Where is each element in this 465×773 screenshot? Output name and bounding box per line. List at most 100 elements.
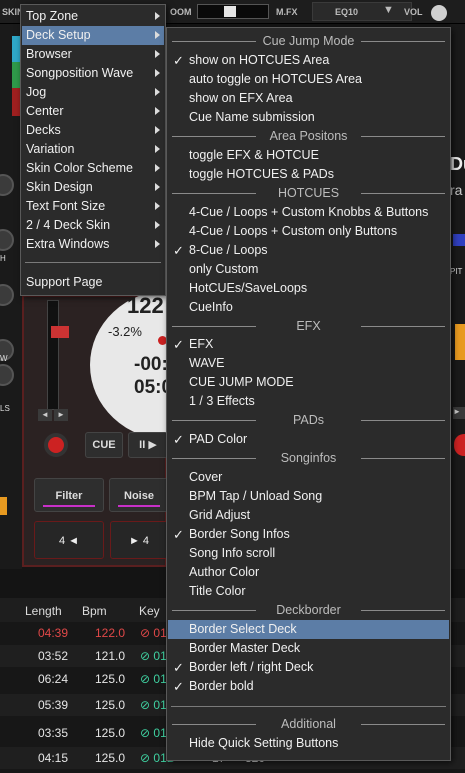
menu-item-variation[interactable]: Variation — [22, 140, 164, 159]
menu-item-deck-skin[interactable]: 2 / 4 Deck Skin — [22, 216, 164, 235]
noise-label: Noise — [124, 490, 154, 502]
menu-item-one-three-effects[interactable]: 1 / 3 Effects — [168, 392, 449, 411]
menu-item-pad-color[interactable]: ✓ PAD Color — [168, 430, 449, 449]
menu-item-label: Songposition Wave — [26, 66, 134, 80]
menu-item-title-color[interactable]: Title Color — [168, 582, 449, 601]
play-pause-button[interactable]: II ▶ — [128, 432, 168, 458]
menu-item-wave[interactable]: WAVE — [168, 354, 449, 373]
menu-item-top-zone[interactable]: Top Zone — [22, 7, 164, 26]
column-bpm[interactable]: Bpm — [82, 604, 107, 618]
menu-item-browser[interactable]: Browser — [22, 45, 164, 64]
menu-item-label: Decks — [26, 123, 61, 137]
menu-item-label: Border Master Deck — [189, 641, 301, 655]
menu-item-border-song-infos[interactable]: ✓ Border Song Infos — [168, 525, 449, 544]
deck-setup-submenu: Cue Jump Mode ✓ show on HOTCUES Area auto… — [166, 27, 451, 761]
menu-item-bpm-tap-unload-song[interactable]: BPM Tap / Unload Song — [168, 487, 449, 506]
pitch-slider-handle[interactable] — [51, 326, 69, 338]
strip-label: W — [0, 354, 8, 363]
column-key[interactable]: Key — [139, 604, 160, 618]
section-header-additional: Additional — [168, 715, 449, 734]
cell-length: 04:39 — [38, 626, 69, 640]
deck-time-remaining: -00: — [134, 354, 168, 375]
crossfader[interactable] — [197, 4, 269, 19]
cue-target-icon[interactable] — [44, 433, 68, 457]
cell-key: ⊘ 01 — [140, 698, 167, 712]
menu-item-label: Skin Color Scheme — [26, 161, 133, 175]
chevron-down-icon[interactable]: ▼ — [383, 4, 394, 16]
column-length[interactable]: Length — [25, 604, 62, 618]
knob[interactable] — [0, 174, 14, 196]
submenu-arrow-icon — [155, 126, 160, 134]
eq-label: EQ10 — [335, 7, 359, 17]
menu-item-label: Border Song Infos — [189, 527, 290, 541]
menu-item-songposition-wave[interactable]: Songposition Wave — [22, 64, 164, 83]
menu-item-auto-toggle-on-hotcues-area[interactable]: auto toggle on HOTCUES Area — [168, 70, 449, 89]
deck-pitch: -3.2% — [108, 324, 142, 339]
menu-item-show-on-efx-area[interactable]: show on EFX Area — [168, 89, 449, 108]
menu-item-decks[interactable]: Decks — [22, 121, 164, 140]
menu-item-cueinfo[interactable]: CueInfo — [168, 298, 449, 317]
menu-item-border-bold[interactable]: ✓ Border bold — [168, 677, 449, 696]
menu-item-skin-design[interactable]: Skin Design — [22, 178, 164, 197]
menu-item-label: 8-Cue / Loops — [189, 243, 268, 257]
menu-item-grid-adjust[interactable]: Grid Adjust — [168, 506, 449, 525]
cell-bpm: 125.0 — [95, 698, 126, 712]
menu-item-support-page[interactable]: Support Page — [22, 273, 164, 292]
submenu-arrow-icon — [155, 164, 160, 172]
eq-button[interactable] — [312, 2, 412, 21]
section-title-text: Area Positons — [265, 129, 352, 143]
menu-item-extra-windows[interactable]: Extra Windows — [22, 235, 164, 254]
menu-item-cue-loops-custom-only-buttons[interactable]: 4-Cue / Loops + Custom only Buttons — [168, 222, 449, 241]
menu-item-toggle-efx-hotcue[interactable]: toggle EFX & HOTCUE — [168, 146, 449, 165]
menu-item-skin-color-scheme[interactable]: Skin Color Scheme — [22, 159, 164, 178]
menu-item-author-color[interactable]: Author Color — [168, 563, 449, 582]
menu-item-only-custom[interactable]: only Custom — [168, 260, 449, 279]
deck-bpm: 122 — [127, 293, 164, 318]
cell-bpm: 125.0 — [95, 726, 126, 740]
loop-half-button[interactable]: 4 ◄ — [34, 521, 104, 559]
menu-item-eight-cue-loops[interactable]: ✓ 8-Cue / Loops — [168, 241, 449, 260]
cue-button[interactable]: CUE — [85, 432, 123, 458]
strip-label: H — [0, 254, 6, 263]
nudge-right-button[interactable]: ► — [54, 409, 68, 421]
menu-item-jog[interactable]: Jog — [22, 83, 164, 102]
noise-button[interactable]: Noise — [109, 478, 169, 512]
menu-item-toggle-hotcues-pads[interactable]: toggle HOTCUES & PADs — [168, 165, 449, 184]
submenu-arrow-icon — [155, 183, 160, 191]
section-title: HOTCUES — [168, 184, 449, 203]
menu-item-song-info-scroll[interactable]: Song Info scroll — [168, 544, 449, 563]
menu-separator — [25, 262, 161, 263]
filter-button[interactable]: Filter — [34, 478, 104, 512]
nudge-right-button[interactable]: ► — [453, 407, 465, 419]
cell-length: 04:15 — [38, 751, 69, 765]
volume-knob[interactable] — [431, 5, 447, 21]
menu-item-border-master-deck[interactable]: Border Master Deck — [168, 639, 449, 658]
menu-item-hotcues-saveloops[interactable]: HotCUEs/SaveLoops — [168, 279, 449, 298]
menu-item-cover[interactable]: Cover — [168, 468, 449, 487]
section-header-pads: PADs — [168, 411, 449, 430]
menu-item-cue-loops-custom-knobbs-buttons[interactable]: 4-Cue / Loops + Custom Knobbs & Buttons — [168, 203, 449, 222]
menu-item-cue-name-submission[interactable]: Cue Name submission — [168, 108, 449, 127]
menu-item-label: show on HOTCUES Area — [189, 53, 330, 67]
pitch-slider-track[interactable] — [47, 300, 59, 410]
knob[interactable] — [0, 229, 14, 251]
submenu-arrow-icon — [155, 240, 160, 248]
loop-double-button[interactable]: ► 4 — [110, 521, 168, 559]
menu-item-border-left-right-deck[interactable]: ✓ Border left / right Deck — [168, 658, 449, 677]
nudge-left-button[interactable]: ◄ — [38, 409, 52, 421]
menu-item-show-on-hotcues-area[interactable]: ✓ show on HOTCUES Area — [168, 51, 449, 70]
crossfader-handle[interactable] — [224, 6, 236, 17]
menu-item-label: Center — [26, 104, 64, 118]
menu-item-label: 4-Cue / Loops + Custom Knobbs & Buttons — [189, 205, 429, 219]
menu-item-border-select-deck[interactable]: Border Select Deck — [168, 620, 449, 639]
knob[interactable] — [0, 284, 14, 306]
menu-item-efx[interactable]: ✓ EFX — [168, 335, 449, 354]
knob[interactable] — [0, 364, 14, 386]
menu-item-deck-setup[interactable]: Deck Setup — [22, 26, 164, 45]
menu-item-center[interactable]: Center — [22, 102, 164, 121]
section-header-cue-jump-mode: Cue Jump Mode — [168, 32, 449, 51]
menu-item-cue-jump-mode[interactable]: CUE JUMP MODE — [168, 373, 449, 392]
menu-item-text-font-size[interactable]: Text Font Size — [22, 197, 164, 216]
menu-item-hide-quick-setting-buttons[interactable]: Hide Quick Setting Buttons — [168, 734, 449, 753]
cue-target-icon[interactable] — [454, 434, 465, 456]
